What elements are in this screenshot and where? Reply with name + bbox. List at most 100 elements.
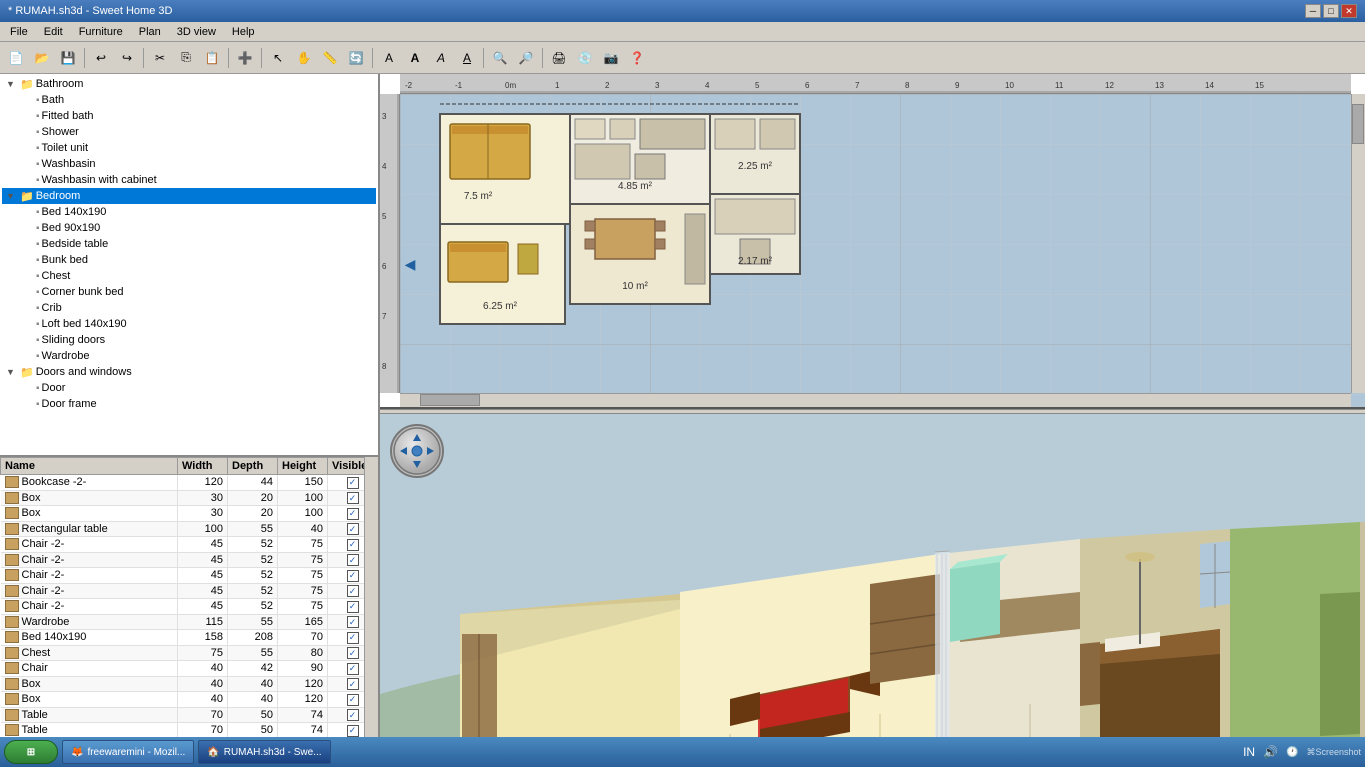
table-row[interactable]: Box 40 40 120 ✓ (1, 692, 378, 708)
table-row[interactable]: Box 40 40 120 ✓ (1, 676, 378, 692)
tree-item-bath[interactable]: ▪ Bath (2, 92, 376, 108)
toolbar-redo[interactable]: ↪ (115, 46, 139, 70)
visible-checkbox[interactable]: ✓ (347, 678, 359, 690)
toolbar-select[interactable]: ↖ (266, 46, 290, 70)
visible-checkbox[interactable]: ✓ (347, 539, 359, 551)
tree-item-bathroom[interactable]: ▼ 📁 Bathroom (2, 76, 376, 92)
visible-checkbox[interactable]: ✓ (347, 709, 359, 721)
visible-checkbox[interactable]: ✓ (347, 554, 359, 566)
toolbar-print[interactable]: 🖨 (547, 46, 571, 70)
expand-icon-bedroom[interactable]: ▼ (6, 191, 18, 201)
toolbar-copy[interactable]: ⎘ (174, 46, 198, 70)
table-row[interactable]: Chair 40 42 90 ✓ (1, 661, 378, 677)
visible-checkbox[interactable]: ✓ (347, 523, 359, 535)
tree-item-toilet[interactable]: ▪ Toilet unit (2, 140, 376, 156)
toolbar-photo[interactable]: 📷 (599, 46, 623, 70)
tree-view[interactable]: ▼ 📁 Bathroom ▪ Bath ▪ Fitted bath ▪ Show… (0, 74, 378, 457)
toolbar-cut[interactable]: ✂ (148, 46, 172, 70)
v-scroll-thumb[interactable] (1352, 104, 1364, 144)
table-row[interactable]: Rectangular table 100 55 40 ✓ (1, 521, 378, 537)
visible-checkbox[interactable]: ✓ (347, 570, 359, 582)
table-row[interactable]: Table 70 50 74 ✓ (1, 707, 378, 723)
h-scroll-thumb[interactable] (420, 394, 480, 406)
col-height[interactable]: Height (278, 458, 328, 475)
toolbar-export[interactable]: 💿 (573, 46, 597, 70)
tree-item-crib[interactable]: ▪ Crib (2, 300, 376, 316)
tree-item-washbasin[interactable]: ▪ Washbasin (2, 156, 376, 172)
visible-checkbox[interactable]: ✓ (347, 477, 359, 489)
table-row[interactable]: Wardrobe 115 55 165 ✓ (1, 614, 378, 630)
expand-icon-doors[interactable]: ▼ (6, 367, 18, 377)
taskbar-item-1[interactable]: 🦊 freewaremini - Mozil... (62, 740, 194, 764)
menu-help[interactable]: Help (224, 24, 263, 40)
toolbar-add-furniture[interactable]: ➕ (233, 46, 257, 70)
menu-file[interactable]: File (2, 24, 36, 40)
view-3d[interactable]: ECOM (380, 414, 1365, 767)
toolbar-paste[interactable]: 📋 (200, 46, 224, 70)
toolbar-text-A3[interactable]: A (429, 46, 453, 70)
tree-item-bed90[interactable]: ▪ Bed 90x190 (2, 220, 376, 236)
tree-item-wardrobe[interactable]: ▪ Wardrobe (2, 348, 376, 364)
table-row[interactable]: Chair -2- 45 52 75 ✓ (1, 537, 378, 553)
toolbar-text-A1[interactable]: A (377, 46, 401, 70)
start-button[interactable]: ⊞ (4, 740, 58, 764)
nav-circle[interactable] (390, 424, 444, 478)
visible-checkbox[interactable]: ✓ (347, 632, 359, 644)
tree-item-bed140[interactable]: ▪ Bed 140x190 (2, 204, 376, 220)
menu-edit[interactable]: Edit (36, 24, 71, 40)
taskbar-item-2[interactable]: 🏠 RUMAH.sh3d - Swe... (198, 740, 330, 764)
tree-item-door[interactable]: ▪ Door (2, 380, 376, 396)
tree-item-shower[interactable]: ▪ Shower (2, 124, 376, 140)
tree-item-cornerbunk[interactable]: ▪ Corner bunk bed (2, 284, 376, 300)
toolbar-text-A2[interactable]: A (403, 46, 427, 70)
visible-checkbox[interactable]: ✓ (347, 601, 359, 613)
table-row[interactable]: Chair -2- 45 52 75 ✓ (1, 599, 378, 615)
maximize-button[interactable]: □ (1323, 4, 1339, 18)
visible-checkbox[interactable]: ✓ (347, 647, 359, 659)
tree-item-washbasin-cabinet[interactable]: ▪ Washbasin with cabinet (2, 172, 376, 188)
minimize-button[interactable]: ─ (1305, 4, 1321, 18)
visible-checkbox[interactable]: ✓ (347, 508, 359, 520)
table-row[interactable]: Box 30 20 100 ✓ (1, 506, 378, 522)
table-row[interactable]: Chair -2- 45 52 75 ✓ (1, 552, 378, 568)
tree-item-loftbed[interactable]: ▪ Loft bed 140x190 (2, 316, 376, 332)
floor-plan[interactable]: -2 -1 0m 1 2 3 4 5 6 7 8 9 10 11 12 13 1 (380, 74, 1365, 409)
col-depth[interactable]: Depth (228, 458, 278, 475)
menu-3dview[interactable]: 3D view (169, 24, 224, 40)
close-button[interactable]: ✕ (1341, 4, 1357, 18)
tree-item-bedside[interactable]: ▪ Bedside table (2, 236, 376, 252)
table-row[interactable]: Chair -2- 45 52 75 ✓ (1, 568, 378, 584)
table-scrollbar[interactable] (364, 457, 378, 767)
h-scrollbar[interactable] (400, 393, 1351, 407)
furniture-table-container[interactable]: Name Width Depth Height Visible Bookcase… (0, 457, 378, 767)
visible-checkbox[interactable]: ✓ (347, 585, 359, 597)
toolbar-help[interactable]: ❓ (625, 46, 649, 70)
table-row[interactable]: Bookcase -2- 120 44 150 ✓ (1, 475, 378, 491)
toolbar-pan[interactable]: ✋ (292, 46, 316, 70)
visible-checkbox[interactable]: ✓ (347, 616, 359, 628)
tree-item-doorframe[interactable]: ▪ Door frame (2, 396, 376, 412)
table-row[interactable]: Table 70 50 74 ✓ (1, 723, 378, 739)
tree-item-fitted-bath[interactable]: ▪ Fitted bath (2, 108, 376, 124)
toolbar-save[interactable]: 💾 (56, 46, 80, 70)
fp-content[interactable]: 7.5 m² 4.85 m² 2.25 m² (400, 94, 1365, 407)
visible-checkbox[interactable]: ✓ (347, 694, 359, 706)
nav-control[interactable] (390, 424, 450, 484)
visible-checkbox[interactable]: ✓ (347, 492, 359, 504)
table-row[interactable]: Chair -2- 45 52 75 ✓ (1, 583, 378, 599)
toolbar-ruler[interactable]: 📏 (318, 46, 342, 70)
expand-icon[interactable]: ▼ (6, 79, 18, 89)
table-row[interactable]: Chest 75 55 80 ✓ (1, 645, 378, 661)
toolbar-open[interactable]: 📂 (30, 46, 54, 70)
visible-checkbox[interactable]: ✓ (347, 663, 359, 675)
v-scrollbar[interactable] (1351, 94, 1365, 393)
table-row[interactable]: Bed 140x190 158 208 70 ✓ (1, 630, 378, 646)
toolbar-zoom-fit[interactable]: 🔍 (488, 46, 512, 70)
toolbar-undo[interactable]: ↩ (89, 46, 113, 70)
tree-item-bedroom[interactable]: ▼ 📁 Bedroom (2, 188, 376, 204)
col-width[interactable]: Width (178, 458, 228, 475)
toolbar-rotate[interactable]: 🔄 (344, 46, 368, 70)
toolbar-zoom-in[interactable]: 🔎 (514, 46, 538, 70)
menu-plan[interactable]: Plan (131, 24, 169, 40)
visible-checkbox[interactable]: ✓ (347, 725, 359, 737)
